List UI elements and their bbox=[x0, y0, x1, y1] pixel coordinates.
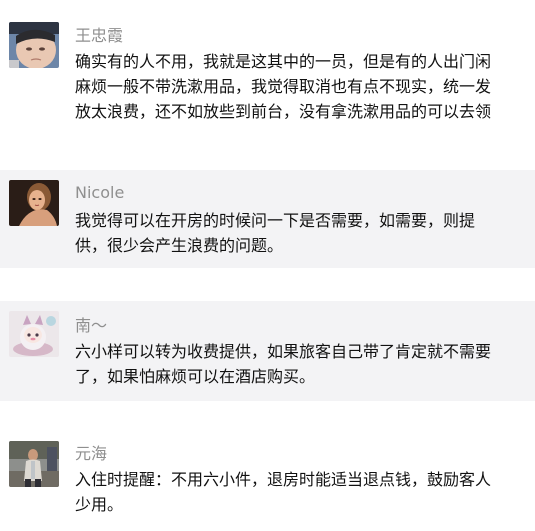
comment-text-line: 了，如果怕麻烦可以在酒店购买。 bbox=[75, 367, 316, 386]
comment-text-line: 供，很少会产生浪费的问题。 bbox=[75, 236, 284, 255]
comment-author[interactable]: Nicole bbox=[75, 183, 124, 203]
comment-text-line: 放太浪费，还不如放些到前台，没有拿洗漱用品的可以去领 bbox=[75, 102, 492, 121]
comment-author[interactable]: 南～ bbox=[75, 316, 107, 336]
comment-text: 入住时提醒：不用六小件，退房时能适当退点钱，鼓励客人 少用。 bbox=[75, 467, 525, 517]
comment-text-line: 确实有的人不用，我就是这其中的一员，但是有的人出门闲 bbox=[75, 52, 492, 71]
comment-item: Nicole 我觉得可以在开房的时候问一下是否需要，如需要，则提 供，很少会产生… bbox=[0, 170, 535, 268]
comment-text-line: 少用。 bbox=[75, 495, 124, 514]
comment-author[interactable]: 元海 bbox=[75, 444, 107, 464]
avatar[interactable] bbox=[9, 311, 59, 357]
comment-item: 元海 入住时提醒：不用六小件，退房时能适当退点钱，鼓励客人 少用。 bbox=[0, 431, 535, 531]
man-photo-avatar bbox=[9, 441, 59, 487]
child-photo-avatar bbox=[9, 22, 59, 68]
comment-feed: 王忠霞 确实有的人不用，我就是这其中的一员，但是有的人出门闲 麻烦一般不带洗漱用… bbox=[0, 0, 535, 531]
comment-item: 王忠霞 确实有的人不用，我就是这其中的一员，但是有的人出门闲 麻烦一般不带洗漱用… bbox=[0, 0, 535, 134]
avatar[interactable] bbox=[9, 180, 59, 226]
woman-photo-avatar bbox=[9, 180, 59, 226]
avatar[interactable] bbox=[9, 441, 59, 487]
comment-author[interactable]: 王忠霞 bbox=[75, 26, 123, 46]
comment-text: 六小样可以转为收费提供，如果旅客自己带了肯定就不需要 了，如果怕麻烦可以在酒店购… bbox=[75, 339, 525, 389]
comment-text-line: 我觉得可以在开房的时候问一下是否需要，如需要，则提 bbox=[75, 211, 476, 230]
comment-text-line: 入住时提醒：不用六小件，退房时能适当退点钱，鼓励客人 bbox=[75, 470, 492, 489]
comment-text-line: 六小样可以转为收费提供，如果旅客自己带了肯定就不需要 bbox=[75, 342, 492, 361]
comment-text: 确实有的人不用，我就是这其中的一员，但是有的人出门闲 麻烦一般不带洗漱用品，我觉… bbox=[75, 49, 525, 124]
avatar[interactable] bbox=[9, 22, 59, 68]
comment-item: 南～ 六小样可以转为收费提供，如果旅客自己带了肯定就不需要 了，如果怕麻烦可以在… bbox=[0, 301, 535, 401]
comment-text: 我觉得可以在开房的时候问一下是否需要，如需要，则提 供，很少会产生浪费的问题。 bbox=[75, 208, 525, 258]
comment-text-line: 麻烦一般不带洗漱用品，我觉得取消也有点不现实，统一发 bbox=[75, 77, 492, 96]
toy-figure-avatar bbox=[9, 311, 59, 357]
